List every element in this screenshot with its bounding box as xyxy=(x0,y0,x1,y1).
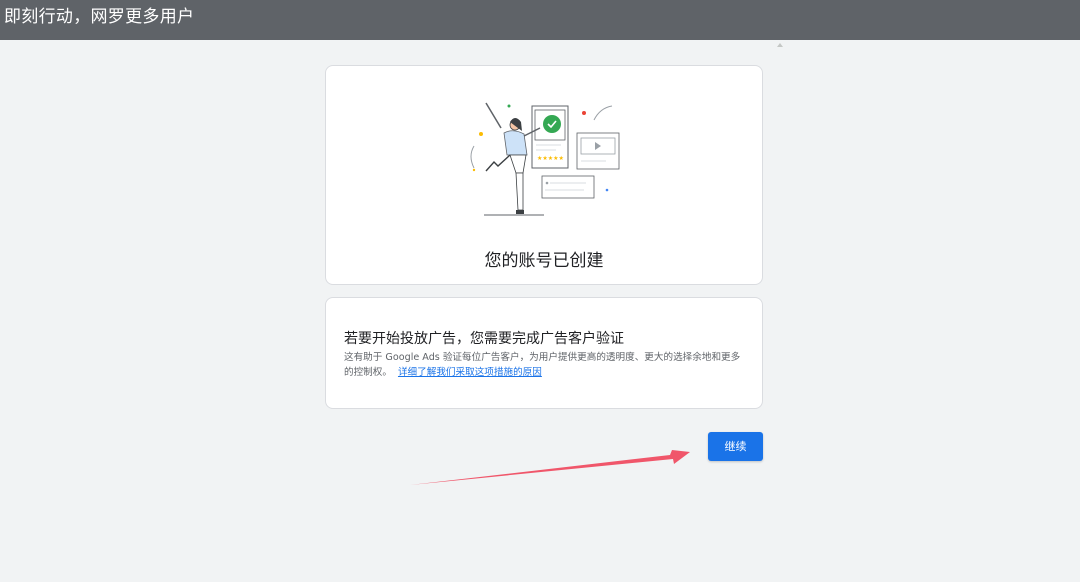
continue-button[interactable]: 继续 xyxy=(708,432,763,461)
banner-title: 即刻行动，网罗更多用户 xyxy=(4,7,195,27)
account-created-card: ★★★★★ 您的账号已创建 xyxy=(325,65,763,285)
advertiser-verification-card: 若要开始投放广告，您需要完成广告客户验证 这有助于 Google Ads 验证每… xyxy=(325,297,763,409)
celebration-illustration: ★★★★★ xyxy=(470,102,620,216)
check-circle-icon xyxy=(543,115,561,133)
rating-stars: ★★★★★ xyxy=(537,155,564,162)
verification-heading: 若要开始投放广告，您需要完成广告客户验证 xyxy=(344,331,624,347)
top-banner: 即刻行动，网罗更多用户 xyxy=(0,0,1080,40)
learn-more-link[interactable]: 详细了解我们采取这项措施的原因 xyxy=(398,367,542,378)
verification-description: 这有助于 Google Ads 验证每位广告客户，为用户提供更高的透明度、更大的… xyxy=(344,350,744,380)
account-created-title: 您的账号已创建 xyxy=(484,251,604,271)
scroll-up-caret-icon[interactable] xyxy=(777,43,783,47)
pointer-arrow xyxy=(410,450,690,485)
